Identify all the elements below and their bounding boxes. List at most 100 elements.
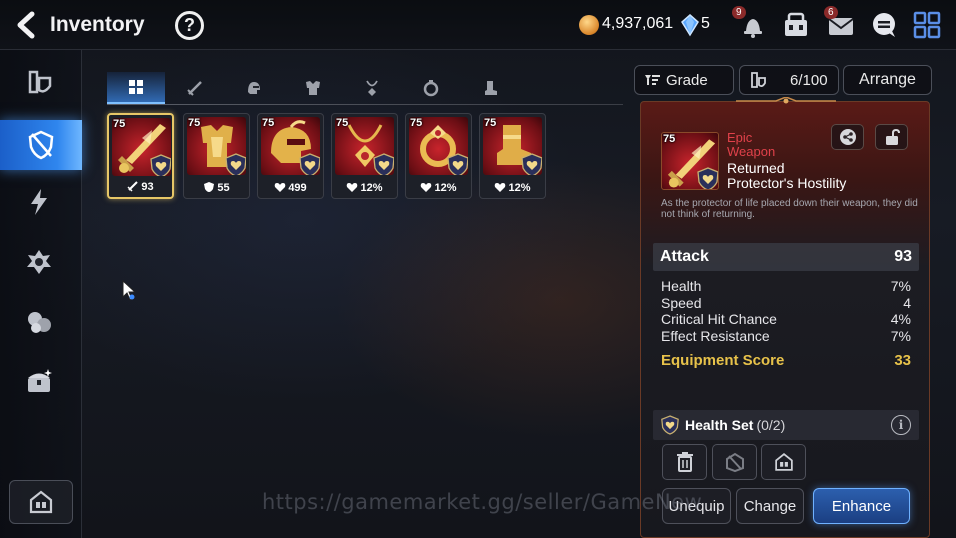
bell-button[interactable]: 9 <box>732 6 768 40</box>
equipment-score-label: Equipment Score <box>661 352 785 369</box>
health-icon <box>347 183 358 192</box>
item-slot-boots[interactable]: 75 12% <box>479 113 546 199</box>
tab-helmet[interactable] <box>225 72 283 104</box>
lock-button[interactable] <box>875 124 908 150</box>
mouse-cursor-icon <box>122 280 137 301</box>
enhance-button[interactable]: Enhance <box>813 488 910 524</box>
armor-icon <box>306 81 320 95</box>
grade-sort-button[interactable]: Grade <box>634 65 734 95</box>
chest-category-icon <box>28 369 52 392</box>
item-main-stat: 93 <box>109 180 172 193</box>
page-title: Inventory <box>50 13 145 36</box>
gold-icon <box>579 15 599 35</box>
discard-button[interactable] <box>662 444 707 480</box>
storage-button[interactable] <box>9 480 73 524</box>
sidebar-item-chest[interactable] <box>14 360 64 404</box>
item-slot-necklace[interactable]: 75 12% <box>331 113 398 199</box>
equipment-score-value: 33 <box>894 352 911 369</box>
health-set-icon <box>225 153 246 175</box>
health-icon <box>421 183 432 192</box>
sidebar-item-equipment[interactable] <box>14 60 64 104</box>
substat-label: Speed <box>661 294 702 311</box>
watermark-text: https://gamemarket.gg/seller/GameNew <box>262 490 703 514</box>
item-stat-value: 12% <box>434 182 457 194</box>
back-button[interactable] <box>14 10 42 40</box>
sidebar-item-artifact[interactable] <box>14 240 64 284</box>
item-stat-value: 55 <box>217 182 230 194</box>
substat-value: 7% <box>890 327 911 344</box>
tab-all[interactable] <box>107 72 165 104</box>
helmet-icon <box>248 82 260 94</box>
artifact-category-icon <box>27 250 51 274</box>
chat-button[interactable] <box>869 10 899 40</box>
mail-button[interactable]: 6 <box>824 6 856 40</box>
sidebar-item-materials[interactable] <box>14 300 64 344</box>
attack-icon <box>127 181 139 192</box>
health-set-icon <box>150 154 171 176</box>
storage-icon <box>29 490 53 514</box>
back-arrow-icon <box>17 11 35 39</box>
substat-row: Critical Hit Chance 4% <box>661 311 911 328</box>
health-set-icon <box>661 415 679 435</box>
item-detail-panel: 75 Epic Weapon Returned Protector's Host… <box>640 97 930 538</box>
storage-move-button[interactable] <box>761 444 806 480</box>
necklace-icon <box>366 80 378 96</box>
help-button[interactable]: ? <box>175 11 204 40</box>
mail-badge: 6 <box>824 6 838 19</box>
item-level: 75 <box>113 118 126 130</box>
item-slot-armor[interactable]: 75 55 <box>183 113 250 199</box>
all-items-icon <box>129 80 143 94</box>
substat-label: Health <box>661 278 702 294</box>
item-type: Weapon <box>727 144 776 159</box>
extract-button[interactable] <box>712 444 757 480</box>
ring-icon <box>423 80 439 97</box>
inventory-count[interactable]: 6/100 <box>739 65 839 95</box>
sidebar-item-gear[interactable] <box>0 120 82 170</box>
set-effect-row[interactable]: Health Set (0/2) i <box>653 410 919 440</box>
item-main-stat: 12% <box>480 181 545 194</box>
item-stat-value: 499 <box>288 182 307 194</box>
item-level: 75 <box>336 117 349 129</box>
unequip-button[interactable]: Unequip <box>662 488 731 524</box>
info-icon[interactable]: i <box>891 415 911 435</box>
item-level: 75 <box>410 117 423 129</box>
tab-boots[interactable] <box>461 72 519 104</box>
tab-necklace[interactable] <box>343 72 401 104</box>
menu-button[interactable] <box>912 10 942 40</box>
item-slot-helmet[interactable]: 75 499 <box>257 113 324 199</box>
shop-button[interactable] <box>781 10 811 40</box>
change-button[interactable]: Change <box>736 488 804 524</box>
main-stat-label: Attack <box>660 248 709 265</box>
ring-art: 75 <box>409 117 468 175</box>
item-slot-weapon[interactable]: 75 93 <box>107 113 174 199</box>
sword-icon <box>187 81 202 96</box>
detail-item-level: 75 <box>663 133 676 145</box>
filter-divider <box>107 104 623 105</box>
tab-ring[interactable] <box>402 72 460 104</box>
trash-icon <box>676 452 693 472</box>
share-button[interactable] <box>831 124 864 150</box>
material-category-icon <box>28 312 51 333</box>
item-slot-ring[interactable]: 75 12% <box>405 113 472 199</box>
arrange-button[interactable]: Arrange <box>843 65 932 95</box>
bell-badge: 9 <box>732 6 746 19</box>
armor-art: 75 <box>187 117 246 175</box>
sidebar-item-lightning[interactable] <box>14 180 64 224</box>
main-stat-value: 93 <box>894 248 912 265</box>
health-set-icon <box>697 167 718 189</box>
boots-icon <box>485 81 497 95</box>
top-bar: Inventory ? 4,937,061 5 9 6 <box>0 0 956 50</box>
equipment-filter-tabs <box>107 72 625 106</box>
set-count: (0/2) <box>756 417 786 433</box>
health-set-icon <box>373 153 394 175</box>
helmet-art: 75 <box>261 117 320 175</box>
gold-amount: 4,937,061 <box>602 15 674 32</box>
substat-row: Speed 4 <box>661 295 911 312</box>
item-rarity: Epic Weapon <box>727 131 797 159</box>
item-level: 75 <box>188 117 201 129</box>
item-stat-value: 12% <box>360 182 383 194</box>
equipment-icon <box>751 72 766 88</box>
sort-icon <box>645 75 660 85</box>
tab-armor[interactable] <box>284 72 342 104</box>
tab-weapon[interactable] <box>166 72 224 104</box>
